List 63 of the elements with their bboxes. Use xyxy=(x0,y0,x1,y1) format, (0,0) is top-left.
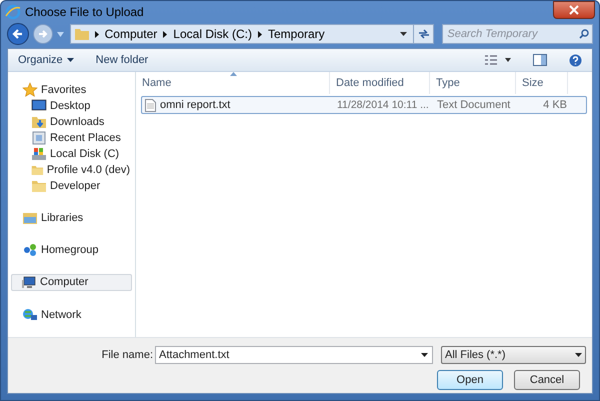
forward-arrow-icon xyxy=(38,29,48,39)
file-name-label: File name: xyxy=(100,348,153,363)
refresh-icon xyxy=(418,29,430,39)
back-button[interactable] xyxy=(7,23,29,45)
file-name-field[interactable]: Attachment.txt xyxy=(155,346,433,364)
nav-item[interactable]: Homegroup xyxy=(12,242,131,258)
column-header[interactable]: Size xyxy=(516,72,568,94)
drive-icon xyxy=(31,146,47,162)
dialog-button[interactable]: Open xyxy=(437,370,503,390)
caret-icon xyxy=(575,353,582,357)
nav-item[interactable]: Developer xyxy=(12,178,131,194)
folder-icon xyxy=(31,178,47,194)
table-cell: 11/28/2014 10:11 ... xyxy=(337,98,429,111)
dropdown-caret-icon[interactable] xyxy=(421,353,428,357)
close-icon xyxy=(569,4,579,14)
help-icon[interactable] xyxy=(569,54,582,66)
library-icon xyxy=(22,210,38,226)
nav-item[interactable]: Computer xyxy=(11,274,132,291)
organize-button[interactable]: Organize xyxy=(18,52,74,68)
address-bar[interactable]: Computer Local Disk (C:) Temporary xyxy=(70,24,434,44)
column-header[interactable]: Date modified xyxy=(330,72,430,94)
breadcrumb[interactable]: Local Disk (C:) xyxy=(173,25,252,43)
forward-button[interactable] xyxy=(32,24,53,44)
nav-item[interactable]: Network xyxy=(12,307,131,323)
file-row[interactable]: omni report.txt 11/28/2014 10:11 ... Text Document 4 KB xyxy=(141,96,587,114)
nav-item[interactable]: Profile v4.0 (dev) xyxy=(12,162,131,178)
search-field[interactable]: Search Temporary xyxy=(442,24,594,44)
dialog-button[interactable]: Cancel xyxy=(514,370,580,390)
window-title: Choose File to Upload xyxy=(25,4,145,20)
download-folder-icon xyxy=(31,114,47,130)
homegroup-icon xyxy=(22,242,38,258)
breadcrumb[interactable]: Temporary xyxy=(268,25,325,43)
star-icon xyxy=(22,82,38,98)
caret-icon xyxy=(66,58,74,62)
new-folder-button[interactable]: New folder xyxy=(96,52,148,68)
column-header[interactable]: Name xyxy=(136,72,330,94)
preview-pane-icon[interactable] xyxy=(533,54,547,66)
text-file-icon xyxy=(145,98,156,112)
nav-item[interactable]: Desktop xyxy=(12,98,131,114)
nav-item[interactable]: Local Disk (C) xyxy=(12,146,131,162)
view-options-icon[interactable] xyxy=(485,55,511,65)
file-type-dropdown[interactable]: All Files (*.*) xyxy=(441,346,586,364)
close-button[interactable] xyxy=(553,0,595,18)
column-header[interactable]: Type xyxy=(430,72,516,94)
breadcrumb-arrow-icon[interactable] xyxy=(258,30,262,38)
breadcrumb[interactable]: Computer xyxy=(104,25,158,43)
back-arrow-icon xyxy=(12,28,24,40)
network-icon xyxy=(22,307,38,323)
table-cell-text: omni report.txt xyxy=(160,98,230,113)
table-cell-text: 4 KB xyxy=(542,98,568,113)
dropdown-caret-icon[interactable] xyxy=(400,32,408,36)
nav-item[interactable]: Downloads xyxy=(12,114,131,130)
nav-item[interactable]: Favorites xyxy=(12,82,131,98)
nav-item[interactable]: Libraries xyxy=(12,210,131,226)
recent-places-icon xyxy=(31,130,47,146)
browser-logo-icon xyxy=(5,4,21,20)
breadcrumb-arrow-icon[interactable] xyxy=(163,30,168,38)
search-icon xyxy=(579,29,590,39)
breadcrumb-arrow-icon[interactable] xyxy=(94,30,99,38)
computer-icon xyxy=(21,274,37,290)
folder-icon xyxy=(74,28,89,40)
table-cell: Text Document xyxy=(437,98,510,111)
nav-item[interactable]: Recent Places xyxy=(12,130,131,146)
